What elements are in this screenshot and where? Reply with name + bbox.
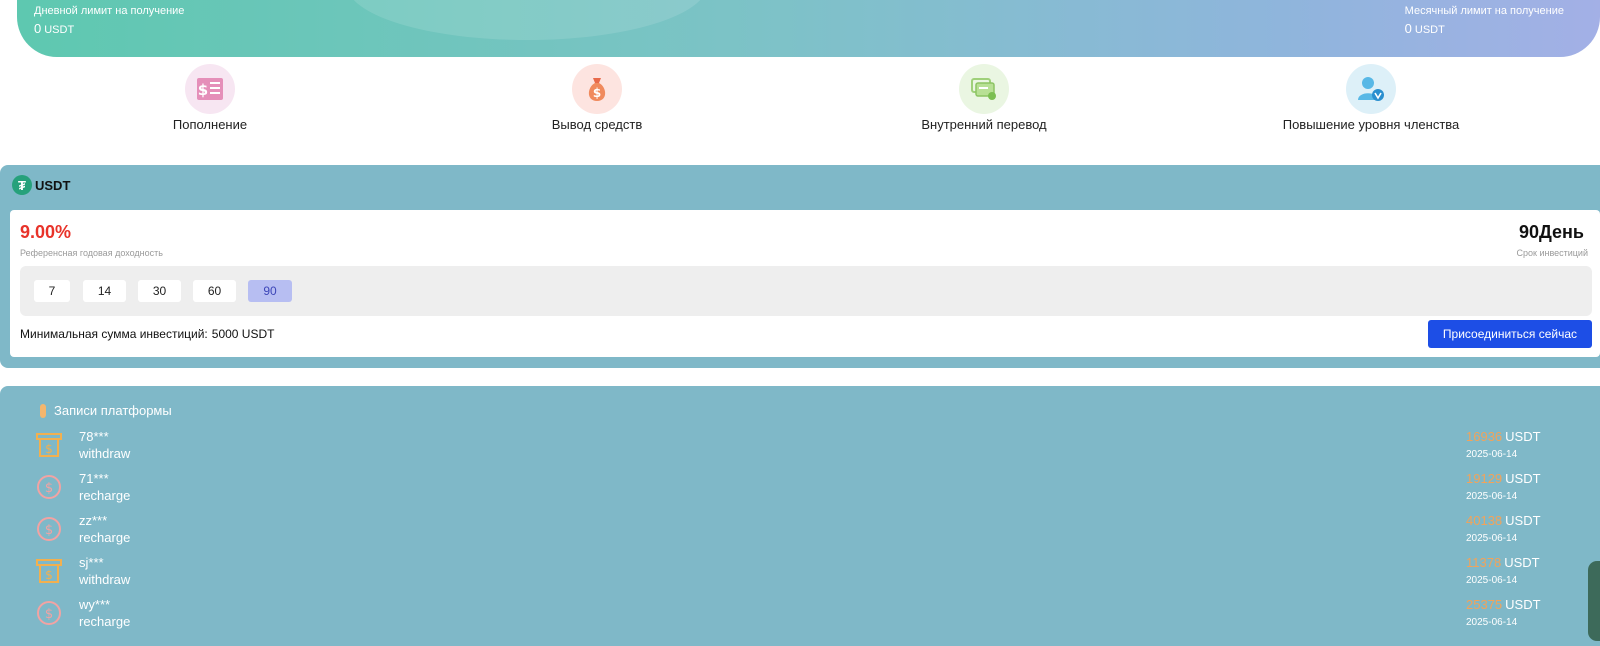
deposit-button[interactable]: $ Пополнение xyxy=(80,64,340,132)
term-option-90[interactable]: 90 xyxy=(248,280,292,302)
title-accent-bar xyxy=(40,403,46,418)
annual-rate: 9.00% xyxy=(20,222,72,242)
withdraw-button[interactable]: $ Вывод средств xyxy=(467,64,727,132)
monthly-limit-value: 0 USDT xyxy=(1404,21,1445,36)
investment-term: 90День xyxy=(1518,222,1584,242)
monthly-limit-label: Месячный лимит на получение xyxy=(1404,5,1564,17)
record-user: zz*** xyxy=(79,513,108,528)
limit-banner: Дневной лимит на получение 0 USDT Месячны… xyxy=(17,0,1600,57)
join-now-button[interactable]: Присоединиться сейчас xyxy=(1428,320,1592,348)
product-card: 9.00% Референсная годовая доходность 90Д… xyxy=(10,210,1600,357)
dollar-circle-icon: $ xyxy=(37,601,61,625)
svg-text:$: $ xyxy=(45,607,53,622)
withdraw-box-icon: $ xyxy=(36,433,62,457)
daily-limit-value: 0 USDT xyxy=(34,21,75,36)
record-date: 2025-06-14 xyxy=(1466,575,1518,586)
transfer-button[interactable]: Внутренний перевод xyxy=(854,64,1114,132)
term-option-60[interactable]: 60 xyxy=(193,280,236,302)
record-user: 71*** xyxy=(79,471,109,486)
svg-text:$: $ xyxy=(45,568,53,582)
record-user: wy*** xyxy=(79,597,111,612)
record-amount: 11378 USDT xyxy=(1466,555,1540,570)
min-investment-label: Минимальная сумма инвестиций: xyxy=(20,327,208,341)
record-amount: 19129 USDT xyxy=(1466,471,1541,486)
withdraw-box-icon: $ xyxy=(36,559,62,583)
record-type: recharge xyxy=(79,488,131,503)
term-option-30[interactable]: 30 xyxy=(138,280,181,302)
deposit-label: Пополнение xyxy=(172,117,248,132)
term-option-14[interactable]: 14 xyxy=(83,280,126,302)
record-row: $ zz*** recharge 40138 USDT 2025-06-14 xyxy=(0,512,1600,554)
record-amount: 40138 USDT xyxy=(1466,513,1541,528)
record-user: sj*** xyxy=(79,555,104,570)
record-amount: 16936 USDT xyxy=(1466,429,1541,444)
svg-text:$: $ xyxy=(198,81,208,99)
record-date: 2025-06-14 xyxy=(1466,617,1518,628)
record-row: $ 71*** recharge 19129 USDT 2025-06-14 xyxy=(0,470,1600,512)
platform-records: Записи платформы $ 78*** withdraw 16936 U… xyxy=(0,386,1600,646)
withdraw-label: Вывод средств xyxy=(551,117,643,132)
daily-limit: Дневной лимит на получение 0 USDT xyxy=(34,5,184,36)
record-date: 2025-06-14 xyxy=(1466,449,1518,460)
usdt-product-panel: ₮ USDT 9.00% Референсная годовая доходно… xyxy=(0,165,1600,368)
record-type: withdraw xyxy=(79,572,131,587)
svg-text:$: $ xyxy=(45,481,53,496)
term-selector: 7 14 30 60 90 xyxy=(20,266,1592,316)
svg-text:$: $ xyxy=(45,442,53,456)
monthly-limit: Месячный лимит на получение 0 USDT xyxy=(1405,5,1564,36)
upgrade-label: Повышение уровня членства xyxy=(1282,117,1460,132)
deposit-invoice-icon: $ xyxy=(185,64,235,114)
record-row: $ 78*** withdraw 16936 USDT 2025-06-14 xyxy=(0,428,1600,470)
investment-term-label: Срок инвестиций xyxy=(1516,248,1589,258)
records-title: Записи платформы xyxy=(54,403,172,418)
coin-header: ₮ USDT xyxy=(12,175,70,195)
min-investment-value: 5000 USDT xyxy=(211,327,275,341)
svg-text:$: $ xyxy=(45,523,53,538)
annual-rate-label: Референсная годовая доходность xyxy=(20,248,163,258)
tether-icon: ₮ xyxy=(12,175,32,195)
coin-name: USDT xyxy=(35,177,71,193)
banner-decoration xyxy=(347,0,707,40)
upgrade-button[interactable]: Повышение уровня членства xyxy=(1241,64,1501,132)
daily-limit-label: Дневной лимит на получение xyxy=(34,5,185,17)
dollar-circle-icon: $ xyxy=(37,517,61,541)
svg-text:$: $ xyxy=(593,86,601,100)
transfer-label: Внутренний перевод xyxy=(921,117,1047,132)
record-amount: 25375 USDT xyxy=(1466,597,1541,612)
quick-actions: $ Пополнение $ Вывод средств Внутренний … xyxy=(0,64,1600,144)
customer-service-tab[interactable] xyxy=(1588,561,1600,641)
record-row: $ sj*** withdraw 11378 USDT 2025-06-14 xyxy=(0,554,1600,596)
record-date: 2025-06-14 xyxy=(1466,533,1518,544)
dollar-circle-icon: $ xyxy=(37,475,61,499)
record-row: $ wy*** recharge 25375 USDT 2025-06-14 xyxy=(0,596,1600,638)
record-date: 2025-06-14 xyxy=(1466,491,1518,502)
record-type: withdraw xyxy=(79,446,131,461)
record-type: recharge xyxy=(79,530,131,545)
record-user: 78*** xyxy=(79,429,109,444)
record-type: recharge xyxy=(79,614,131,629)
records-header: Записи платформы xyxy=(40,403,172,418)
member-verified-icon xyxy=(1346,64,1396,114)
money-bag-icon: $ xyxy=(572,64,622,114)
term-option-7[interactable]: 7 xyxy=(34,280,70,302)
min-investment: Минимальная сумма инвестиций: 5000 USDT xyxy=(20,327,274,341)
transfer-icon xyxy=(959,64,1009,114)
